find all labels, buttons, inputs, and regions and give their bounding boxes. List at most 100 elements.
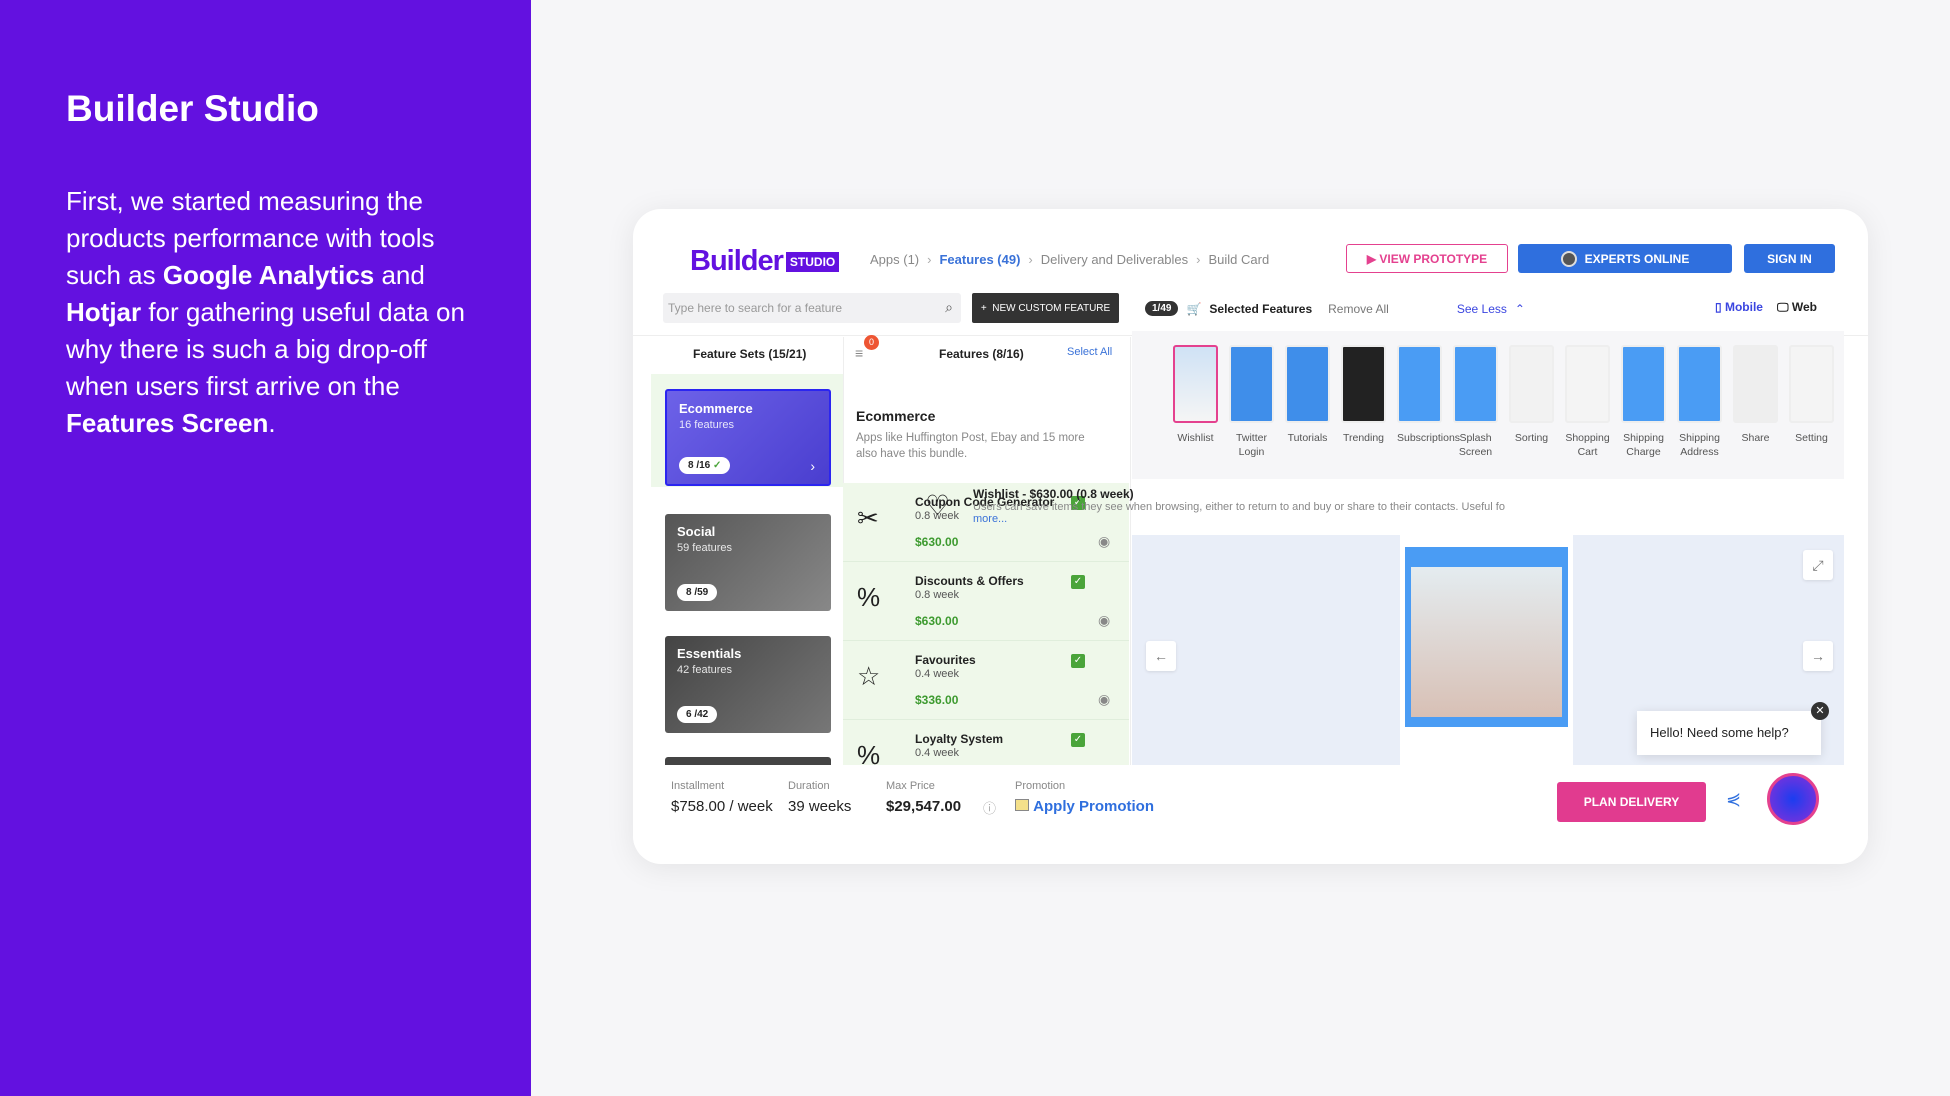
selected-title: Selected Features — [1209, 301, 1313, 316]
paragraph-line: products performance with tools — [66, 220, 465, 257]
thumbnail-item[interactable]: Shipping Charge — [1621, 345, 1666, 459]
experts-online-button[interactable]: EXPERTS ONLINE — [1518, 244, 1732, 273]
search-input[interactable]: Type here to search for a feature ⌕ — [663, 293, 961, 323]
filter-button[interactable]: ≡ 0 — [855, 335, 879, 361]
paragraph-line: such as Google Analytics and — [66, 257, 465, 294]
logo[interactable]: Builder STUDIO — [690, 245, 840, 278]
thumbnail-item[interactable]: Share — [1733, 345, 1778, 459]
crumb-build-card[interactable]: Build Card — [1209, 252, 1270, 267]
info-icon[interactable]: ⓘ — [983, 798, 996, 817]
arrow-right-icon[interactable]: → — [1803, 641, 1833, 671]
remove-all-link[interactable]: Remove All — [1328, 302, 1389, 316]
paragraph-line: First, we started measuring the — [66, 183, 465, 220]
feature-set-social[interactable]: Social 59 features 8 /59 — [665, 514, 831, 611]
sign-in-button[interactable]: SIGN IN — [1744, 244, 1835, 273]
close-icon[interactable]: ✕ — [1811, 702, 1829, 720]
search-icon: ⌕ — [945, 299, 953, 315]
feature-set-ecommerce[interactable]: Ecommerce 16 features 8 /16 ✓ › — [665, 389, 831, 486]
thumbnail-item[interactable]: Twitter Login — [1229, 345, 1274, 459]
arrow-left-icon[interactable]: ← — [1146, 641, 1176, 671]
chevron-right-icon: › — [810, 458, 815, 474]
desktop-icon: 🖵 — [1776, 300, 1789, 314]
expand-icon[interactable]: ⤢ — [1803, 550, 1833, 580]
thumbnail-item[interactable]: Wishlist — [1173, 345, 1218, 459]
plan-delivery-button[interactable]: PLAN DELIVERY — [1557, 782, 1706, 822]
select-all-link[interactable]: Select All — [1067, 346, 1112, 358]
see-less-link[interactable]: See Less — [1457, 302, 1507, 316]
thumbnail-image — [1453, 345, 1498, 423]
eye-icon[interactable]: ◉ — [1098, 612, 1110, 629]
more-link[interactable]: more... — [973, 513, 1505, 525]
thumbnail-image — [1229, 345, 1274, 423]
paragraph-line: Hotjar for gathering useful data on — [66, 294, 465, 331]
apply-promotion-link[interactable]: Apply Promotion — [1033, 798, 1154, 815]
chat-bubble[interactable]: Hello! Need some help? ✕ — [1637, 702, 1829, 755]
thumbnail-image — [1789, 345, 1834, 423]
checkbox[interactable]: ✓ — [1071, 654, 1085, 668]
avatar[interactable] — [1767, 773, 1819, 825]
max-price-label: Max Price — [886, 780, 935, 792]
search-placeholder: Type here to search for a feature — [668, 301, 843, 315]
share-icon[interactable]: ⋞ — [1726, 789, 1741, 810]
new-custom-feature-button[interactable]: + NEW CUSTOM FEATURE — [972, 293, 1119, 323]
installment-value: $758.00 / week — [671, 798, 773, 815]
thumbnail-label: Setting — [1795, 432, 1828, 444]
web-label: Web — [1791, 300, 1817, 314]
thumbnail-label: Twitter Login — [1236, 432, 1267, 458]
crumb-delivery[interactable]: Delivery and Deliverables — [1041, 252, 1188, 267]
paragraph-line: why there is such a big drop-off — [66, 331, 465, 368]
feature-set-essentials[interactable]: Essentials 42 features 6 /42 — [665, 636, 831, 733]
chevron-right-icon: › — [927, 252, 932, 267]
paragraph-text: products performance with tools — [66, 223, 435, 253]
feature-duration: 0.4 week — [915, 668, 960, 680]
paragraph-text: First, we started measuring the — [66, 186, 423, 216]
feature-name: Loyalty System — [915, 732, 1004, 746]
feature-name: Favourites — [915, 653, 976, 667]
checkbox[interactable]: ✓ — [1071, 575, 1085, 589]
thumbnail-item[interactable]: Shopping Cart — [1565, 345, 1610, 459]
set-title: Social — [677, 524, 716, 539]
feature-row[interactable]: % Discounts & Offers 0.8 week $630.00 ✓ … — [843, 562, 1129, 641]
thumbnail-item[interactable]: Subscriptions — [1397, 345, 1460, 459]
duration-value: 39 weeks — [788, 798, 852, 815]
promotion-label: Promotion — [1015, 780, 1066, 792]
thumbnail-item[interactable]: Splash Screen — [1453, 345, 1498, 459]
phone-preview — [1400, 535, 1573, 765]
play-icon: ▶ — [1366, 251, 1380, 266]
web-toggle[interactable]: 🖵 Web — [1777, 300, 1817, 315]
expert-avatar — [1560, 250, 1577, 267]
slide-title: Builder Studio — [66, 88, 319, 129]
eye-icon[interactable]: ◉ — [1098, 691, 1110, 708]
eye-icon[interactable]: ◉ — [1098, 533, 1110, 550]
mobile-toggle[interactable]: ▯ Mobile — [1715, 300, 1763, 315]
paragraph-text: when users first arrive on the — [66, 371, 400, 401]
thumbnail-image — [1621, 345, 1666, 423]
chat-text: Hello! Need some help? — [1650, 725, 1789, 740]
feature-row[interactable]: ☆ Favourites 0.4 week $336.00 ✓ ◉ — [843, 641, 1129, 720]
set-count: 42 features — [677, 664, 733, 676]
phone-screen — [1405, 547, 1568, 727]
thumbnail-item[interactable]: Sorting — [1509, 345, 1554, 459]
selected-features-header: 1/49 🛒 Selected Features Remove All See … — [1145, 301, 1525, 316]
cart-icon: 🛒 — [1186, 301, 1202, 316]
mobile-icon: ▯ — [1715, 300, 1722, 314]
paragraph-text: for gathering useful data on — [141, 297, 465, 327]
crumb-apps[interactable]: Apps (1) — [870, 252, 919, 267]
feature-duration: 0.8 week — [915, 589, 960, 601]
feature-detail: Wishlist - $630.00 (0.8 week) Users can s… — [973, 487, 1505, 525]
thumbnail-item[interactable]: Tutorials — [1285, 345, 1330, 459]
set-count: 59 features — [677, 542, 733, 554]
installment: Installment $758.00 / week — [671, 780, 773, 815]
view-prototype-button[interactable]: ▶ VIEW PROTOTYPE — [1346, 244, 1508, 273]
thumbnail-label: Shopping Cart — [1565, 432, 1610, 458]
thumbnail-item[interactable]: Trending — [1341, 345, 1386, 459]
paragraph-text: such as — [66, 260, 163, 290]
crumb-features[interactable]: Features (49) — [939, 252, 1020, 267]
paragraph-text: why there is such a big drop-off — [66, 334, 427, 364]
bundle-description: Ecommerce Apps like Huffington Post, Ebay… — [856, 408, 1096, 462]
slide-panel: Builder Studio First, we started measuri… — [0, 0, 531, 1096]
checkbox[interactable]: ✓ — [1071, 733, 1085, 747]
thumbnail-item[interactable]: Setting — [1789, 345, 1834, 459]
thumbnail-item[interactable]: Shipping Address — [1677, 345, 1722, 459]
set-title: Essentials — [677, 646, 742, 661]
